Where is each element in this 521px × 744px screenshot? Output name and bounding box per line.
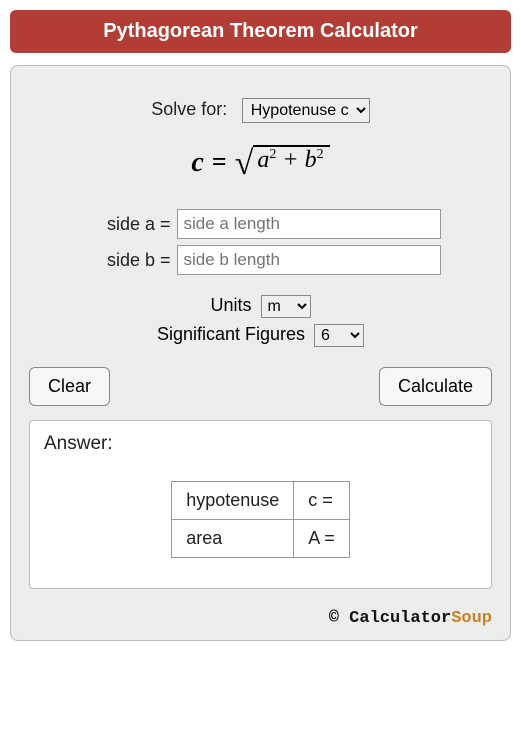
formula-radicand: a2 + b2 (253, 145, 329, 179)
units-row: Units m (29, 295, 492, 318)
solve-for-select[interactable]: Hypotenuse c (242, 98, 370, 123)
equals-sign: = (212, 147, 227, 177)
side-a-label: side a = (81, 214, 171, 235)
units-select[interactable]: m (261, 295, 311, 318)
sqrt-icon: √ (235, 147, 254, 181)
solve-for-row: Solve for: Hypotenuse c (29, 98, 492, 123)
clear-button[interactable]: Clear (29, 367, 110, 406)
calculate-button[interactable]: Calculate (379, 367, 492, 406)
calculator-panel: Solve for: Hypotenuse c c = √ a2 + b2 si… (10, 65, 511, 641)
sigfigs-label: Significant Figures (157, 324, 305, 344)
side-a-input[interactable] (177, 209, 441, 239)
result-name: area (172, 520, 294, 558)
footer-credit: © CalculatorSoup (29, 609, 492, 628)
inputs-group: side a = side b = (81, 209, 441, 275)
result-symbol: c = (294, 482, 350, 520)
result-symbol: A = (294, 520, 350, 558)
result-name: hypotenuse (172, 482, 294, 520)
sigfigs-row: Significant Figures 6 (29, 324, 492, 347)
formula-lhs: c (191, 147, 203, 179)
table-row: area A = (172, 520, 350, 558)
side-b-label: side b = (81, 250, 171, 271)
page-title: Pythagorean Theorem Calculator (10, 10, 511, 53)
answer-box: Answer: hypotenuse c = area A = (29, 420, 492, 589)
solve-for-label: Solve for: (151, 99, 227, 119)
sigfigs-select[interactable]: 6 (314, 324, 364, 347)
result-table: hypotenuse c = area A = (171, 481, 350, 558)
answer-label: Answer: (44, 433, 477, 455)
formula-display: c = √ a2 + b2 (29, 145, 492, 179)
units-label: Units (210, 295, 251, 315)
button-row: Clear Calculate (29, 367, 492, 406)
side-b-input[interactable] (177, 245, 441, 275)
table-row: hypotenuse c = (172, 482, 350, 520)
